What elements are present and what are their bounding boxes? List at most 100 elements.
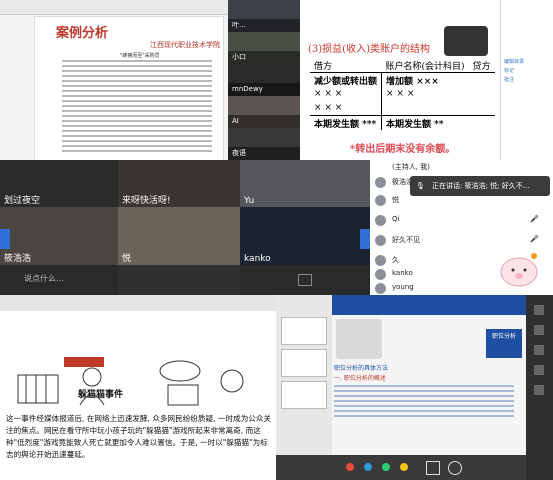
tool-icon[interactable] bbox=[534, 385, 544, 395]
participant-name: AI bbox=[228, 115, 300, 128]
slide-note: *转出后期末没有余额。 bbox=[350, 144, 456, 155]
side-toolbar bbox=[526, 295, 553, 480]
video-grid: 划过夜空 来呀快活呀! Yu 筱浩浩 悦 kanko 说点什么… bbox=[0, 160, 370, 295]
video-grid-cell[interactable]: Yu bbox=[240, 160, 370, 207]
pen-color-green-icon[interactable] bbox=[382, 463, 390, 471]
decrease-label: 减少额或转出额 bbox=[310, 72, 383, 87]
slide-badge: 职位分析 bbox=[486, 329, 522, 358]
participant-row[interactable]: Qi 🎤 bbox=[370, 213, 553, 227]
participant-name: young bbox=[392, 283, 414, 291]
participant-name: 来呀快活呀! bbox=[122, 196, 171, 206]
participant-name: 好久不见 bbox=[392, 236, 420, 244]
video-grid-cell[interactable]: 悦 bbox=[118, 207, 240, 265]
avatar bbox=[375, 283, 386, 294]
teacher-video-thumbnail[interactable] bbox=[444, 26, 488, 56]
video-tile-2[interactable]: 小口 bbox=[228, 32, 300, 64]
participant-name: 叶… bbox=[228, 19, 300, 32]
mic-icon[interactable]: 🎤 bbox=[530, 215, 539, 223]
case-title: 案例分析 bbox=[56, 26, 109, 41]
slide-thumbnail[interactable] bbox=[281, 317, 327, 345]
increase-label: 增加额 ××× bbox=[386, 76, 439, 87]
participant-name: 划过夜空 bbox=[4, 196, 41, 206]
slide-header-bar bbox=[332, 295, 527, 315]
chat-input-area[interactable]: 说点什么… bbox=[0, 265, 118, 295]
participant-name: mnDewy bbox=[228, 83, 300, 96]
slide-heading: (3)损益(收入)类账户的结构 bbox=[308, 44, 430, 55]
pen-color-yellow-icon[interactable] bbox=[400, 463, 408, 471]
prev-page-button[interactable] bbox=[0, 229, 10, 249]
pen-color-blue-icon[interactable] bbox=[364, 463, 372, 471]
word-ribbon[interactable] bbox=[0, 295, 276, 311]
avatar bbox=[375, 177, 386, 188]
document-tile-event: 躲猫猫事件 这一事件经媒体报道后, 在网络上迅速发酵, 众多网民纷纷质疑, 一时… bbox=[0, 295, 276, 480]
video-grid-cell[interactable]: 筱浩浩 bbox=[0, 207, 118, 265]
panel-item[interactable]: 编辑目录 bbox=[504, 58, 550, 65]
eraser-icon[interactable] bbox=[426, 461, 440, 475]
slide-thumbnails-pane[interactable] bbox=[276, 295, 332, 455]
tool-icon[interactable] bbox=[534, 305, 544, 315]
word-ribbon[interactable] bbox=[0, 0, 228, 15]
slide-text-lines bbox=[334, 385, 514, 420]
tool-icon[interactable] bbox=[534, 345, 544, 355]
participant-name: Qi bbox=[392, 215, 400, 223]
participant-name: 久 bbox=[392, 256, 399, 264]
video-grid-cell[interactable] bbox=[240, 265, 370, 295]
avatar bbox=[375, 195, 386, 206]
school-logo: 江西现代职业技术学院 bbox=[150, 41, 220, 49]
shape-icon[interactable] bbox=[448, 461, 462, 475]
cartoon-illustration-left bbox=[14, 355, 130, 407]
participant-name: 悦 bbox=[122, 254, 132, 264]
pen-color-red-icon[interactable] bbox=[346, 463, 354, 471]
side-panel-top: 编辑目录 标记 批注 bbox=[500, 0, 553, 160]
case-subtitle: "蜂拥而至"采购员 bbox=[120, 53, 160, 59]
video-grid-cell[interactable]: kanko bbox=[240, 207, 370, 265]
period-debit: 本期发生额 *** bbox=[310, 115, 383, 130]
participant-name: Yu bbox=[244, 196, 255, 206]
video-grid-cell[interactable]: 划过夜空 bbox=[0, 160, 118, 207]
participant-name: 小口 bbox=[228, 51, 300, 64]
tool-icon[interactable] bbox=[534, 365, 544, 375]
panel-item[interactable]: 标记 bbox=[504, 67, 550, 74]
annotation-toolbar bbox=[276, 455, 526, 480]
account-name-label: 账户名称(会计科目) bbox=[381, 58, 469, 73]
next-page-button[interactable] bbox=[360, 229, 370, 249]
t-account-table: 借方 账户名称(会计科目) 贷方 减少额或转出额 增加额 ××× × × × ×… bbox=[310, 58, 495, 130]
mic-icon[interactable]: 🎤 bbox=[530, 235, 539, 243]
microphone-icon: 🎙 bbox=[416, 182, 425, 190]
video-grid-cell[interactable] bbox=[118, 265, 240, 295]
participant-name: 夜语 bbox=[228, 147, 300, 160]
speaking-text: 正在讲话: 筱浩浩; 悦; 好久不… bbox=[432, 182, 530, 190]
period-credit: 本期发生额 ** bbox=[381, 115, 495, 130]
debit-marks: × × × bbox=[310, 87, 383, 101]
participant-name: kanko bbox=[392, 269, 413, 277]
avatar bbox=[375, 269, 386, 280]
video-tile-1[interactable]: 叶… bbox=[228, 0, 300, 32]
chat-placeholder: 说点什么… bbox=[24, 274, 64, 283]
camera-off-icon bbox=[298, 274, 312, 286]
debit-label: 借方 bbox=[310, 58, 382, 73]
panel-item[interactable]: 批注 bbox=[504, 76, 550, 83]
video-grid-cell[interactable]: 来呀快活呀! bbox=[118, 160, 240, 207]
document-text-lines bbox=[62, 60, 212, 155]
video-tile-5[interactable]: 夜语 bbox=[228, 128, 300, 160]
participant-name: 筱浩浩 bbox=[4, 254, 32, 264]
credit-label: 贷方 bbox=[468, 58, 495, 73]
event-body-text: 这一事件经媒体报道后, 在网络上迅速发酵, 众多网民纷纷质疑, 一时成为公众关注… bbox=[6, 414, 272, 459]
tool-icon[interactable] bbox=[534, 325, 544, 335]
avatar bbox=[375, 235, 386, 246]
presenter-video[interactable] bbox=[336, 319, 382, 359]
document-tile-case-analysis: 案例分析 江西现代职业技术学院 "蜂拥而至"采购员 bbox=[0, 0, 228, 160]
participant-row[interactable]: (主持人, 我) bbox=[370, 160, 553, 174]
debit-marks-2: × × × bbox=[310, 101, 383, 116]
participant-name: 悦 bbox=[392, 196, 399, 204]
slide-thumbnail[interactable] bbox=[281, 381, 327, 409]
badge-text: 职位分析 bbox=[491, 333, 516, 340]
video-tile-3[interactable]: mnDewy bbox=[228, 64, 300, 96]
slide-thumbnail[interactable] bbox=[281, 349, 327, 377]
sticker-cartoon-pig bbox=[494, 244, 544, 290]
video-tile-4[interactable]: AI bbox=[228, 96, 300, 128]
participant-name: kanko bbox=[244, 254, 271, 264]
slide-header-text: 职位分析的具体方法 bbox=[334, 365, 389, 372]
avatar bbox=[375, 215, 386, 226]
slide-income-account-structure: (3)损益(收入)类账户的结构 借方 账户名称(会计科目) 贷方 减少额或转出额… bbox=[300, 0, 500, 160]
